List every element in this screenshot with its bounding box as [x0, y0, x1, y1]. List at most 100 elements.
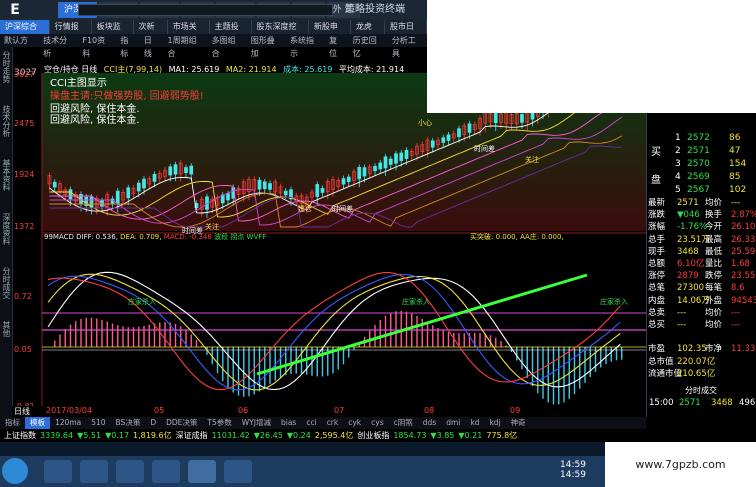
chart-info-pair: 空仓/持仓 日线 [44, 65, 98, 74]
candle [52, 181, 57, 188]
taskbar-app-terminal[interactable] [188, 460, 216, 483]
order-level: 4 [675, 172, 681, 182]
sub-menu-item[interactable]: 行情报价 [50, 20, 92, 45]
price-tick-label-1: 3027 [14, 70, 35, 79]
indicator-tab[interactable]: 120ma [50, 417, 86, 429]
sidebar-item[interactable]: 分时成交 [1, 267, 12, 299]
indicator-tab[interactable]: WYJ增减 [237, 417, 276, 429]
stat-label-2: 外盘 [705, 295, 723, 306]
toolbar-item[interactable]: 图形叠加 [247, 34, 286, 58]
stat-label-2: 均价 [705, 320, 723, 330]
sub-menu-item[interactable]: 股东深度挖掘 [252, 20, 309, 45]
stat-value: 102.35 [677, 344, 707, 355]
indicator-tab[interactable]: DDE决策 [161, 417, 202, 429]
macd-value: MACD: -0.346 [163, 233, 212, 241]
sub-menu-item[interactable]: 主题投资 [210, 20, 252, 45]
candle [457, 128, 461, 137]
toolbar-item[interactable]: 复位 [325, 34, 349, 58]
indicator-tab[interactable]: cci [301, 417, 321, 429]
taskbar-app-explorer[interactable] [80, 460, 108, 483]
stat-label-2: 每笔 [705, 283, 723, 294]
sidebar-item[interactable]: 分时走势 [1, 51, 12, 83]
taskbar-app-chrome[interactable] [152, 460, 180, 483]
macd-info: 99MACD DIFF: 0.536, DEA: 0.709, MACD: -0… [44, 233, 267, 241]
toolbar-item[interactable]: 系统指示 [286, 34, 325, 58]
indicator-tab[interactable]: kdj [484, 417, 505, 429]
order-volume: 47 [729, 146, 741, 156]
indicator-tab[interactable]: c阴煞 [389, 417, 418, 429]
toolbar-item[interactable]: 日线 [140, 34, 164, 58]
indicator-tab[interactable]: 指标 [0, 417, 25, 429]
indicator-tab[interactable]: cyk [343, 417, 366, 429]
candle [357, 167, 362, 180]
ticker-amount: 1,819.6亿 [133, 431, 172, 440]
taskbar-app-media[interactable] [116, 460, 144, 483]
indicator-tab[interactable]: 模板 [25, 417, 50, 429]
sidebar-item[interactable]: 深度资料 [1, 213, 12, 245]
toolbar-item[interactable]: 1周期组合 [163, 34, 207, 58]
sub-menu-item[interactable]: 龙虎榜 [351, 20, 386, 45]
indicator-tab[interactable]: bias [276, 417, 301, 429]
date-label-2: 05 [154, 406, 165, 415]
ticker-percent: ▼0.24 [286, 431, 311, 440]
sidebar-item[interactable]: 技术分析 [1, 105, 12, 137]
sub-menu-item[interactable]: 次新股 [134, 20, 168, 45]
sub-menu-item[interactable]: 市场关注 [168, 20, 210, 45]
stat-row: 总卖 --- 均价 --- [647, 307, 756, 319]
stat-label: 总手 [648, 234, 666, 245]
ticker-amount: 2,595.4亿 [314, 431, 354, 440]
date-label-3: 06 [238, 406, 249, 415]
toolbar-item[interactable]: 分析工具 [388, 34, 427, 58]
toolbar-item[interactable]: 技术分析 [39, 34, 78, 58]
indicator-tab[interactable]: kd [465, 417, 484, 429]
indicator-tab[interactable]: BS决策 [111, 417, 146, 429]
indicator-tab[interactable]: dmi [441, 417, 465, 429]
status-strip [0, 442, 605, 456]
sub-menu-item[interactable]: 板块监控 [92, 20, 134, 45]
stat-value: 2571 [677, 198, 699, 208]
stat-value: ▼046 [677, 210, 700, 221]
macd-tags: 波段 拐点 WVFF [214, 233, 267, 241]
toolbar-item[interactable]: 历史回忆 [349, 34, 388, 58]
sub-menu-item[interactable]: 股市日历 [385, 20, 427, 45]
search-input[interactable] [78, 4, 333, 16]
candle [257, 179, 262, 190]
stat-value: 2879 [677, 271, 699, 282]
chart-info-cost2: 平均成本: 21.914 [338, 65, 405, 74]
toolbar-item[interactable]: F10资料 [78, 34, 116, 58]
macd-label-1: 庄家杀入 [128, 298, 156, 306]
sub-menu-item[interactable]: 新股申购 [309, 20, 351, 45]
toolbar-item[interactable]: 多图组合 [208, 34, 247, 58]
price-mark-1: 小心 [418, 119, 432, 127]
toolbar-item[interactable]: 默认方案 [0, 34, 39, 58]
price-tick-label-2: 2475 [14, 119, 35, 128]
indicator-tabs: 指标 模板 120ma 510 BS决策 D DDE决策 T5参数 WYJ增减 bias cci cr… [0, 417, 646, 429]
stat-value-2: 2.87% [731, 210, 756, 221]
stat-label: 总笔 [648, 283, 666, 294]
toolbar-item[interactable]: 指标 [116, 34, 140, 58]
taskbar-app-notepad[interactable] [224, 460, 252, 483]
taskbar-app-ie[interactable] [44, 460, 72, 483]
ticker-change: ▼3.85 [430, 431, 455, 440]
indicator-tab[interactable]: D [145, 417, 161, 429]
stat-label-2: 均价 [705, 198, 723, 208]
candle [152, 173, 157, 182]
sub-menu-item[interactable]: 沪深综合屏 [0, 20, 50, 45]
stat-value: --- [677, 320, 687, 330]
sidebar-item[interactable]: 其他 [1, 321, 12, 337]
indicator-tab[interactable]: 510 [86, 417, 110, 429]
stat-label-2: 今开 [705, 222, 723, 233]
sidebar-item[interactable]: 基本资料 [1, 159, 12, 191]
start-button[interactable] [2, 458, 28, 484]
ticker-label: 深证成指 [175, 431, 208, 440]
macd-label-3: 庄家杀入 [600, 298, 628, 306]
candle [404, 149, 409, 159]
stat-value-2: --- [731, 198, 741, 208]
indicator-tab[interactable]: cys [366, 417, 388, 429]
indicator-tab[interactable]: 神奇 [506, 417, 531, 429]
indicator-tab[interactable]: dds [418, 417, 441, 429]
indicator-tab[interactable]: crk [322, 417, 344, 429]
stat-row: 流通市值 210.65亿 [647, 368, 756, 380]
stat-row: 现手 3468 最低 25.59 [647, 246, 756, 258]
indicator-tab[interactable]: T5参数 [202, 417, 236, 429]
